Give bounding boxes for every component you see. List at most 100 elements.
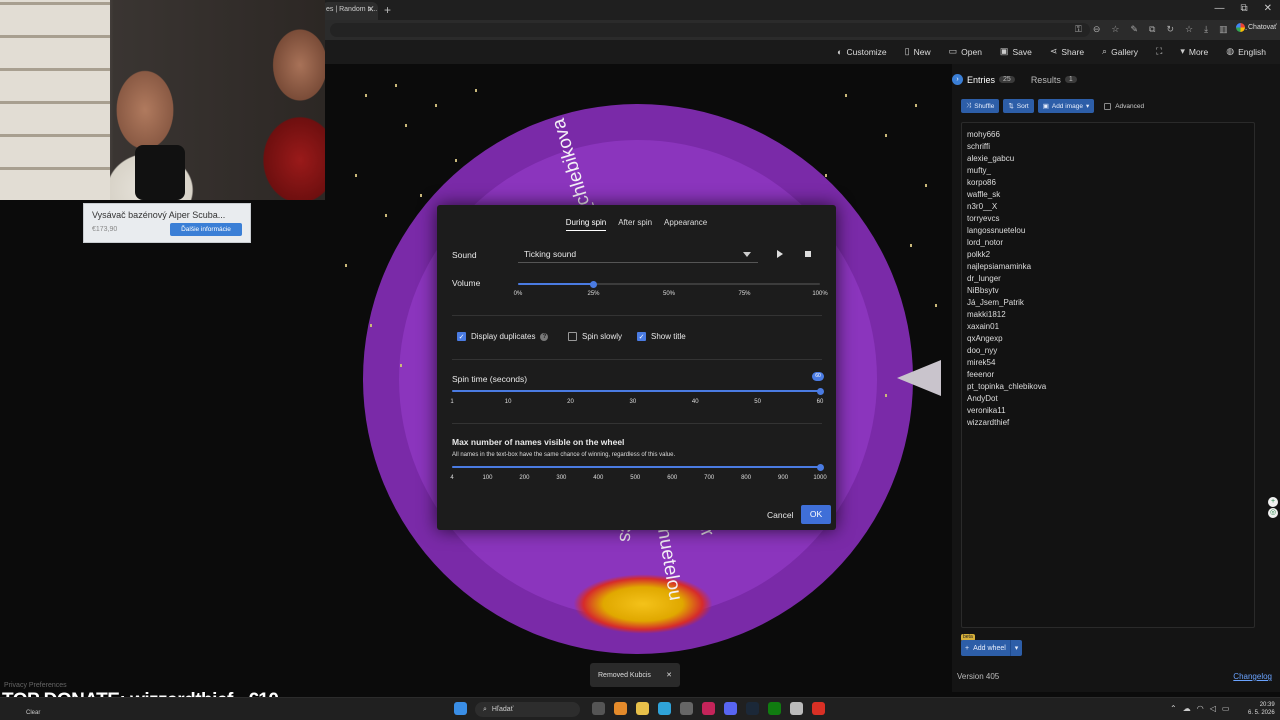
store-icon[interactable] — [680, 702, 693, 715]
close-window-icon[interactable]: ✕ — [1264, 3, 1272, 14]
menu-item-english[interactable]: ◍ English — [1226, 46, 1266, 57]
steam-icon[interactable] — [746, 702, 759, 715]
maximize-icon[interactable]: ⧉ — [1240, 3, 1247, 14]
shuffle-button[interactable]: ⤨ Shuffle — [961, 99, 1000, 113]
add-wheel-button[interactable]: + Add wheel ▾ — [961, 640, 1023, 656]
edge-icon[interactable] — [658, 702, 671, 715]
reload-icon[interactable]: ↻ — [1166, 24, 1174, 35]
star-icon[interactable]: ☆ — [1111, 24, 1119, 35]
list-item[interactable]: pt_topinka_chlebikova — [967, 381, 1046, 393]
chevron-up-icon[interactable]: ⌃ — [1170, 704, 1177, 713]
list-item[interactable]: wizzardthief — [967, 417, 1046, 429]
menu-item-gallery[interactable]: ⌕ Gallery — [1102, 46, 1138, 57]
taskbar-search[interactable]: ⌕ Hľadať — [475, 702, 580, 717]
menu-item-new[interactable]: ▯ New — [905, 46, 931, 57]
menu-item-fullscreen[interactable]: ⛶ — [1156, 46, 1162, 57]
tab-during-spin[interactable]: During spin — [565, 218, 607, 231]
menu-item-open[interactable]: ▭ Open — [949, 46, 982, 57]
list-item[interactable]: langossnuetelou — [967, 225, 1046, 237]
spin-time-thumb[interactable] — [816, 387, 824, 395]
list-item[interactable]: najlepsiamaminka — [967, 261, 1046, 273]
extension-circle-icon[interactable]: ◎ — [1268, 508, 1278, 518]
list-item[interactable]: waffle_sk — [967, 189, 1046, 201]
menu-item-more[interactable]: ▾ More — [1180, 46, 1208, 57]
chrome-icon[interactable] — [812, 702, 825, 715]
max-names-thumb[interactable] — [816, 463, 824, 471]
taskbar-clock[interactable]: 20:39 6. 5. 2026 — [1248, 701, 1275, 717]
tab-entries[interactable]: › Entries 25 — [952, 74, 1015, 85]
spin-time-slider[interactable] — [452, 387, 824, 395]
url-field[interactable] — [330, 23, 1090, 37]
display-duplicates-checkbox[interactable]: ✓ Display duplicates ? — [457, 332, 549, 341]
sound-select[interactable]: Ticking sound — [518, 245, 758, 263]
list-item[interactable]: polkk2 — [967, 249, 1046, 261]
volume-thumb[interactable] — [590, 280, 597, 288]
cloud-icon[interactable]: ☁ — [1183, 704, 1191, 713]
list-item[interactable]: korpo86 — [967, 177, 1046, 189]
list-item[interactable]: alexie_gabcu — [967, 153, 1046, 165]
bookmark-icon[interactable]: ☆ — [1185, 24, 1193, 35]
list-item[interactable]: qxAngexp — [967, 333, 1046, 345]
ad-more-info-button[interactable]: Ďalšie informácie — [170, 223, 242, 236]
tab-after-spin[interactable]: After spin — [618, 218, 652, 231]
list-item[interactable]: mirek54 — [967, 357, 1046, 369]
extension-plus-icon[interactable]: + — [1268, 497, 1278, 507]
max-names-slider[interactable] — [452, 463, 824, 471]
list-item[interactable]: lord_notor — [967, 237, 1046, 249]
app-icon[interactable] — [702, 702, 715, 715]
file-explorer-icon[interactable] — [636, 702, 649, 715]
list-item[interactable]: dr_lunger — [967, 273, 1046, 285]
entries-textbox[interactable]: mohy666 schriffi alexie_gabcu mufty_ korpo86… — [961, 122, 1255, 628]
weather-label[interactable]: Clear — [26, 710, 40, 716]
profile-button[interactable]: Chatovať — [1236, 23, 1277, 32]
show-title-checkbox[interactable]: ✓ Show title — [637, 332, 686, 341]
ok-button[interactable]: OK — [801, 505, 831, 524]
list-item[interactable]: doo_nyy — [967, 345, 1046, 357]
sort-button[interactable]: ⇅ Sort — [1003, 99, 1034, 113]
privacy-preferences-link[interactable]: Privacy Preferences — [4, 682, 67, 689]
stop-icon[interactable] — [805, 251, 811, 257]
menu-item-customize[interactable]: ◐ Customize — [837, 46, 887, 57]
list-item[interactable]: torryevcs — [967, 213, 1046, 225]
list-item[interactable]: NiBbsytv — [967, 285, 1046, 297]
extensions-puzzle-icon[interactable]: ⧉ — [1149, 24, 1155, 35]
volume-slider[interactable] — [518, 280, 820, 288]
list-item[interactable]: Já_Jsem_Patrik — [967, 297, 1046, 309]
collapse-chevron-icon[interactable]: › — [952, 74, 963, 85]
menu-item-share[interactable]: ⋖ Share — [1050, 46, 1084, 57]
download-icon[interactable]: ⤓ — [1204, 24, 1208, 35]
minimize-icon[interactable]: — — [1214, 3, 1224, 14]
help-icon[interactable]: ? — [540, 332, 549, 341]
advertisement[interactable]: Vysávač bazénový Aiper Scuba... €173,90 … — [83, 203, 251, 243]
volume-icon[interactable]: ◁ — [1210, 704, 1216, 713]
list-item[interactable]: mufty_ — [967, 165, 1046, 177]
spin-slowly-checkbox[interactable]: Spin slowly — [568, 332, 622, 341]
discord-icon[interactable] — [724, 702, 737, 715]
toast-close-icon[interactable]: ✕ — [666, 671, 672, 679]
zoom-icon[interactable]: ⊖ — [1093, 24, 1101, 35]
play-icon[interactable] — [777, 250, 783, 258]
list-item[interactable]: xaxain01 — [967, 321, 1046, 333]
changelog-link[interactable]: Changelog — [1233, 672, 1272, 681]
task-view-icon[interactable] — [592, 702, 605, 715]
list-item[interactable]: mohy666 — [967, 129, 1046, 141]
menu-item-save[interactable]: ▣ Save — [1000, 46, 1032, 57]
extension-icon[interactable]: ✎ — [1130, 24, 1138, 35]
add-image-button[interactable]: ▣ Add image ▾ — [1037, 99, 1095, 113]
key-icon[interactable]: ⚿ — [1075, 24, 1082, 35]
cancel-button[interactable]: Cancel — [767, 510, 793, 520]
list-item[interactable]: makki1812 — [967, 309, 1046, 321]
list-item[interactable]: schriffi — [967, 141, 1046, 153]
windows-start-icon[interactable] — [454, 702, 467, 715]
list-item[interactable]: feeenor — [967, 369, 1046, 381]
tab-results[interactable]: Results 1 — [1031, 75, 1077, 85]
advanced-checkbox[interactable]: Advanced — [1104, 102, 1144, 110]
list-item[interactable]: veronika11 — [967, 405, 1046, 417]
notepad-icon[interactable] — [790, 702, 803, 715]
chevron-down-icon[interactable]: ▾ — [1015, 644, 1019, 652]
list-item[interactable]: AndyDot — [967, 393, 1046, 405]
tab-appearance[interactable]: Appearance — [664, 218, 707, 231]
network-icon[interactable]: ◠ — [1197, 704, 1204, 713]
xbox-icon[interactable] — [768, 702, 781, 715]
new-tab-icon[interactable]: + — [384, 3, 391, 17]
